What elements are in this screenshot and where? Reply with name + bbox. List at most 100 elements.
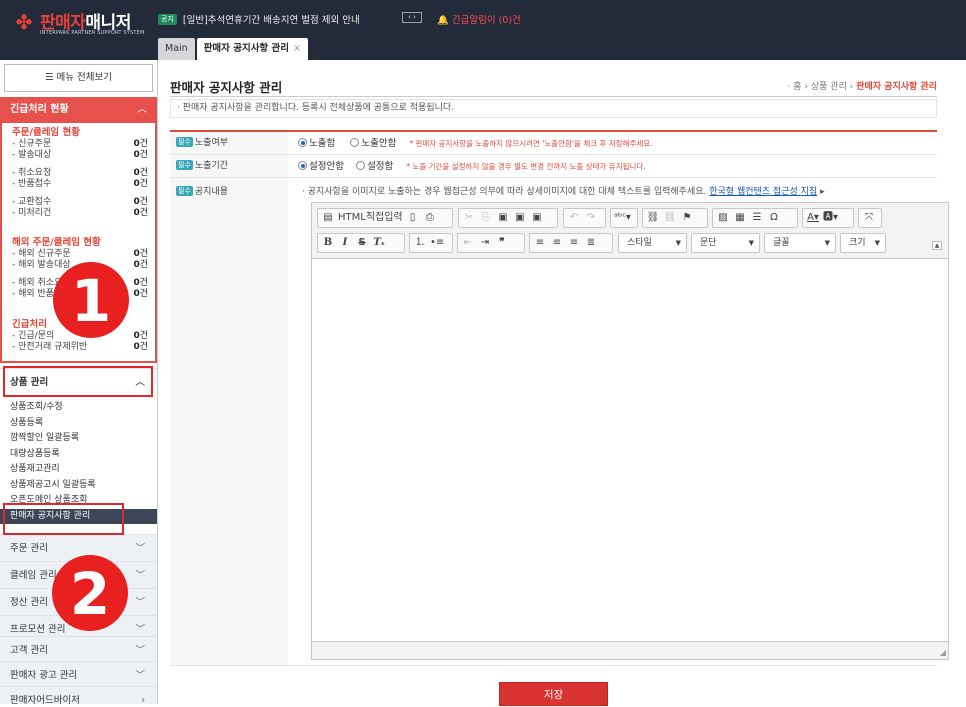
editor-content-area[interactable] <box>312 260 948 641</box>
menu-all-button[interactable]: ☰ 메뉴 전체보기 <box>4 64 153 92</box>
period-options: 설정안함 설정함 * 노출 기간을 설정하지 않을 경우 별도 변경 전까지 노… <box>298 155 646 178</box>
list-item[interactable]: - 취소요청 0건 <box>12 168 148 179</box>
maximize-icon[interactable]: ⤧ <box>862 210 876 226</box>
align-right-icon[interactable]: ≡ <box>567 235 581 251</box>
size-select[interactable]: 크기 ▼ <box>840 233 886 253</box>
period-radio-none[interactable]: 설정안함 <box>298 161 344 172</box>
toolbar-group-list: ⒈ •≡ <box>409 233 453 253</box>
spellcheck-icon[interactable]: ᵃᵇᶜ▾ <box>614 210 631 226</box>
unlink-icon[interactable]: ⛓ <box>663 210 677 226</box>
breadcrumb-section[interactable]: 상품 관리 <box>811 82 847 92</box>
chevron-up-icon: ︿ <box>137 104 147 115</box>
toolbar-collapse-icon[interactable]: ▲ <box>932 241 942 250</box>
list-item[interactable]: - 신규주문 0건 <box>12 139 148 150</box>
chevron-down-icon: ﹀ <box>135 597 145 608</box>
bg-color-icon[interactable]: 🅰▾ <box>823 210 838 226</box>
logo[interactable]: ✤ 판매자매니저 INTERPARK PARTNER SUPPORT SYSTE… <box>12 8 157 38</box>
strikethrough-icon[interactable]: S <box>355 235 369 251</box>
sidebar-section-advisor[interactable]: 판매자어드바이저 › <box>0 686 157 704</box>
outdent-icon[interactable]: ⇤ <box>461 235 475 251</box>
align-center-icon[interactable]: ≡ <box>550 235 564 251</box>
paste-text-icon[interactable]: ▣ <box>513 210 527 226</box>
text-color-icon[interactable]: A▾ <box>806 210 820 226</box>
paste-word-icon[interactable]: ▣ <box>530 210 544 226</box>
breadcrumb-current: 판매자 공지사항 관리 <box>856 82 937 92</box>
list-item[interactable]: - 발송대상 0건 <box>12 150 148 161</box>
sidebar-item-product-register[interactable]: 상품등록 <box>0 416 157 432</box>
toolbar-group-basic: B I S Tₓ <box>317 233 405 253</box>
notice-nav-arrows[interactable]: ‹ › <box>402 12 422 23</box>
notice-text[interactable]: [일반]추석연휴기간 배송지연 벌점 제외 안내 <box>183 12 360 26</box>
link-icon[interactable]: ⛓ <box>646 210 660 226</box>
remove-format-icon[interactable]: Tₓ <box>372 235 386 251</box>
cut-icon[interactable]: ✂ <box>462 210 476 226</box>
align-left-icon[interactable]: ≡ <box>533 235 547 251</box>
sidebar-section-customer[interactable]: 고객 관리 ﹀ <box>0 636 157 663</box>
bell-icon: 🔔 <box>437 15 449 26</box>
tab-close-icon[interactable]: × <box>293 43 301 54</box>
sidebar-item-flash-discount[interactable]: 깜짝할인 일괄등록 <box>0 431 157 447</box>
sidebar-item-stock[interactable]: 상품재고관리 <box>0 462 157 478</box>
style-select[interactable]: 스타일 ▼ <box>618 233 687 253</box>
resize-handle-icon[interactable]: ◢ <box>940 648 946 657</box>
tab-bar: Main 판매자 공지사항 관리 × <box>158 38 308 60</box>
exposure-hint: * 판매자 공지사항을 노출하지 않으시려면 '노출안함'을 체크 후 저장해주… <box>409 139 653 148</box>
divider <box>170 96 937 97</box>
order-claim-status: 주문/클레임 현황 - 신규주문 0건 - 발송대상 0건 - 취소요청 0건 - 반… <box>12 127 148 219</box>
urgent-alert[interactable]: 🔔 긴급알림이 (0)건 <box>437 12 521 26</box>
exposure-radio-show[interactable]: 노출함 <box>298 138 335 149</box>
table-icon[interactable]: ▦ <box>733 210 747 226</box>
format-select[interactable]: 문단 ▼ <box>691 233 760 253</box>
step-badge-2: 2 <box>52 555 128 631</box>
period-radio-set[interactable]: 설정함 <box>356 161 393 172</box>
list-item[interactable]: - 미처리건 0건 <box>12 208 148 219</box>
toolbar-group-clipboard: ✂ ⎘ ▣ ▣ ▣ <box>458 208 558 228</box>
numbered-list-icon[interactable]: ⒈ <box>413 235 427 251</box>
sidebar-item-bulk-register[interactable]: 대량상품등록 <box>0 447 157 463</box>
font-select[interactable]: 글꼴 ▼ <box>764 233 836 253</box>
horizontal-line-icon[interactable]: ☰ <box>750 210 764 226</box>
main-content: 판매자 공지사항 관리 · 홈 › 상품 관리 › 판매자 공지사항 관리 · … <box>158 60 966 706</box>
anchor-flag-icon[interactable]: ⚑ <box>680 210 694 226</box>
bullet-list-icon[interactable]: •≡ <box>430 235 444 251</box>
undo-icon[interactable]: ↶ <box>567 210 581 226</box>
list-item[interactable]: - 교환접수 0건 <box>12 197 148 208</box>
italic-icon[interactable]: I <box>338 235 352 251</box>
new-page-icon[interactable]: ▯ <box>406 210 420 226</box>
list-item[interactable]: - 해외 신규주문 0건 <box>12 249 148 260</box>
chevron-down-icon: ﹀ <box>135 645 145 656</box>
content-row: 필수 공지내용 · 공지사항을 이미지로 노출하는 경우 웹접근성 의무에 따라 … <box>170 178 949 666</box>
blockquote-icon[interactable]: ❞ <box>495 235 509 251</box>
preview-icon[interactable]: ⎙ <box>423 210 437 226</box>
urgent-status-header[interactable]: 긴급처리 현황 ︿ <box>0 97 157 123</box>
list-item[interactable]: - 반품접수 0건 <box>12 179 148 190</box>
sidebar-section-ad[interactable]: 판매자 광고 관리 ﹀ <box>0 661 157 688</box>
breadcrumb-home[interactable]: 홈 <box>793 82 801 92</box>
special-char-icon[interactable]: Ω <box>767 210 781 226</box>
top-bar: ✤ 판매자매니저 INTERPARK PARTNER SUPPORT SYSTE… <box>0 0 966 60</box>
tab-seller-notice[interactable]: 판매자 공지사항 관리 × <box>196 38 308 60</box>
bold-icon[interactable]: B <box>321 235 335 251</box>
toolbar-group-undo: ↶ ↷ <box>563 208 606 228</box>
paste-icon[interactable]: ▣ <box>496 210 510 226</box>
sidebar-item-product-search[interactable]: 상품조회/수정 <box>0 400 157 416</box>
image-icon[interactable]: ▨ <box>716 210 730 226</box>
editor-toolbar: ▤ HTML직접입력 ▯ ⎙ ✂ ⎘ ▣ ▣ ▣ ↶ ↷ ᵃᵇᶜ▾ ⛓ ⛓ ⚑ … <box>312 203 948 259</box>
tab-main[interactable]: Main <box>158 38 195 60</box>
redo-icon[interactable]: ↷ <box>584 210 598 226</box>
chevron-down-icon: ﹀ <box>135 570 145 581</box>
accessibility-guide-link[interactable]: 한국형 웹컨텐츠 접근성 지침 <box>709 187 817 197</box>
toolbar-group-link: ⛓ ⛓ ⚑ <box>642 208 708 228</box>
highlight-box-product <box>3 366 153 397</box>
notice-ticker[interactable]: 공지 [일반]추석연휴기간 배송지연 벌점 제외 안내 <box>158 12 360 26</box>
save-button[interactable]: 저장 <box>499 682 608 706</box>
html-direct-button[interactable]: HTML직접입력 <box>338 210 403 226</box>
exposure-label: 필수 노출여부 <box>170 132 288 154</box>
align-justify-icon[interactable]: ≣ <box>584 235 598 251</box>
exposure-radio-hide[interactable]: 노출안함 <box>350 138 396 149</box>
copy-icon[interactable]: ⎘ <box>479 210 493 226</box>
logo-subtitle: INTERPARK PARTNER SUPPORT SYSTEM <box>40 30 145 36</box>
indent-icon[interactable]: ⇥ <box>478 235 492 251</box>
sidebar-item-product-notice[interactable]: 상품제공고시 일괄등록 <box>0 478 157 494</box>
list-item[interactable]: - 안전거래 규제위반 0건 <box>12 342 148 353</box>
